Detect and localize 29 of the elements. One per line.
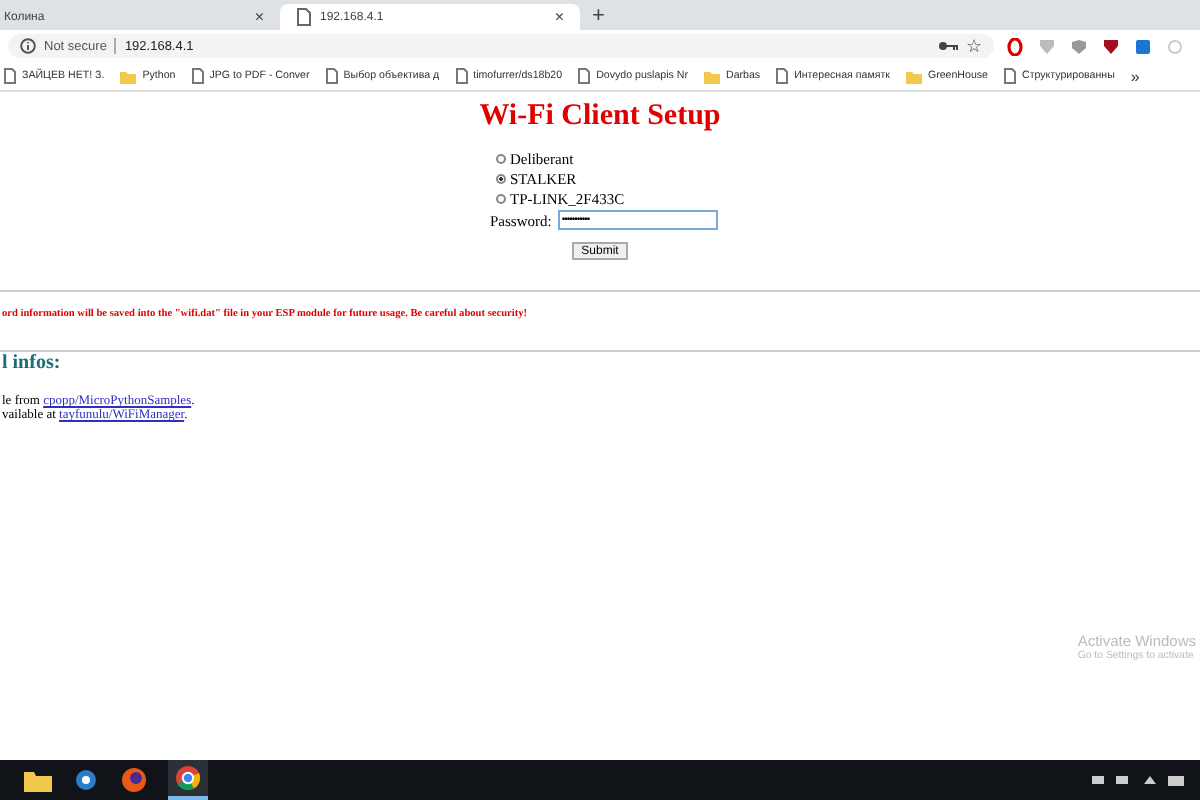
info-icon [20, 38, 36, 54]
system-tray-icon[interactable] [1088, 772, 1188, 788]
page-icon [4, 68, 16, 84]
radio-button[interactable] [496, 194, 506, 204]
folder-icon[interactable] [24, 769, 52, 791]
folder-icon [120, 69, 137, 83]
page-icon [296, 8, 312, 26]
folder-icon [704, 69, 720, 83]
radio-button[interactable] [496, 174, 506, 184]
close-icon[interactable]: × [254, 8, 264, 26]
folder-icon [905, 69, 922, 83]
radio-button[interactable] [496, 154, 506, 164]
close-icon[interactable]: × [554, 8, 564, 26]
page-title: Wi-Fi Client Setup [477, 100, 723, 134]
browser-icon[interactable] [120, 766, 148, 794]
app-icon[interactable] [72, 768, 100, 792]
key-icon[interactable] [938, 40, 958, 52]
page-icon [191, 68, 204, 84]
square-icon[interactable] [1134, 37, 1152, 55]
bookmark-star-icon[interactable]: ☆ [966, 36, 982, 56]
section-heading: l infos: [2, 352, 63, 374]
new-tab-icon[interactable]: + [592, 4, 605, 28]
more-bookmarks[interactable]: » [1130, 67, 1140, 85]
page-icon [1004, 68, 1016, 84]
page-icon [776, 68, 789, 84]
page-icon [455, 68, 468, 84]
page-icon [578, 68, 591, 84]
browser-taskbar-button[interactable] [168, 760, 208, 800]
page-icon [325, 68, 338, 84]
